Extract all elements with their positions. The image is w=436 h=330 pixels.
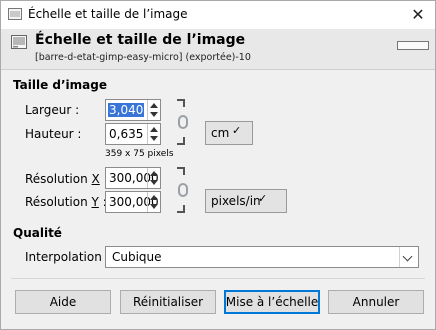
image-thumbnail [397, 41, 429, 50]
resolution-y-spinbox[interactable]: 300,000 [105, 191, 161, 213]
resolution-x-label: Résolution X : [25, 172, 108, 186]
chevron-down-icon: ✓ [258, 192, 268, 205]
resolution-unit-select[interactable]: pixels/in ✓ [205, 189, 287, 213]
title-bar: Échelle et taille de l’image ✕ [1, 1, 435, 29]
section-image-size-label: Taille d’image [13, 78, 107, 92]
interpolation-value: Cubique [112, 250, 162, 264]
resolution-x-spinbox[interactable]: 300,000 [105, 167, 161, 189]
dialog-window: Échelle et taille de l’image ✕ Échelle e… [0, 0, 436, 330]
close-button[interactable]: ✕ [401, 1, 435, 29]
help-button[interactable]: Aide [15, 290, 111, 314]
resolution-chain-link-icon[interactable] [177, 167, 191, 213]
size-chain-link-icon[interactable] [177, 99, 191, 145]
height-value[interactable]: 0,635 [109, 127, 143, 141]
size-unit-value: cm [211, 126, 230, 140]
width-spin-arrows[interactable] [147, 100, 160, 120]
header-title: Échelle et taille de l’image [35, 32, 246, 48]
scale-button[interactable]: Mise à l’échelle [224, 290, 320, 314]
chevron-down-icon[interactable] [399, 247, 418, 267]
width-value[interactable]: 3,040 [108, 103, 145, 117]
image-document-icon [11, 35, 27, 49]
dialog-header: Échelle et taille de l’image [barre-d-et… [1, 29, 435, 70]
resolution-x-spin-arrows[interactable] [147, 168, 160, 188]
resolution-y-spin-arrows[interactable] [147, 192, 160, 212]
width-spinbox[interactable]: 3,040 [105, 99, 161, 121]
section-quality-label: Qualité [13, 226, 62, 240]
gimp-app-icon [8, 8, 22, 20]
window-title: Échelle et taille de l’image [28, 7, 188, 21]
width-label: Largeur : [25, 103, 80, 117]
header-subtitle: [barre-d-etat-gimp-easy-micro] (exportée… [35, 52, 251, 63]
height-spin-arrows[interactable] [147, 124, 160, 144]
height-spinbox[interactable]: 0,635 [105, 123, 161, 145]
pixel-size-info: 359 x 75 pixels [105, 149, 174, 159]
resolution-y-label: Résolution Y : [25, 195, 107, 209]
resolution-unit-value: pixels/in [211, 194, 261, 208]
interpolation-dropdown[interactable]: Cubique [105, 246, 419, 268]
cancel-button[interactable]: Annuler [328, 290, 424, 314]
size-unit-select[interactable]: cm ✓ [205, 121, 253, 145]
reset-button[interactable]: Réinitialiser [120, 290, 216, 314]
chevron-down-icon: ✓ [232, 124, 242, 137]
height-label: Hauteur : [25, 127, 82, 141]
divider [11, 278, 425, 279]
interpolation-label: Interpolation : [25, 250, 110, 264]
